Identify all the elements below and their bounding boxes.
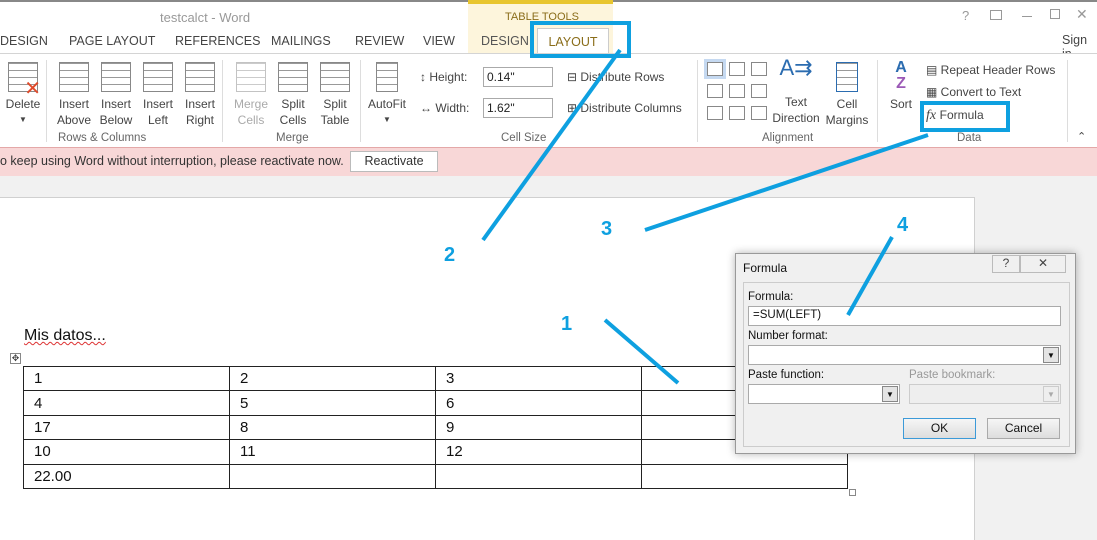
annotation-line-3 bbox=[644, 133, 929, 232]
annotation-label-1: 1 bbox=[561, 313, 573, 335]
annotation-box-layout bbox=[530, 21, 631, 58]
annotation-line-1 bbox=[603, 318, 680, 385]
annotation-label-4: 4 bbox=[897, 214, 909, 236]
annotation-label-3: 3 bbox=[601, 218, 613, 240]
annotation-line-2 bbox=[481, 48, 622, 242]
annotation-line-4 bbox=[846, 236, 894, 316]
annotation-box-formula bbox=[920, 101, 1010, 132]
annotation-overlay bbox=[481, 21, 1010, 385]
annotation-label-2: 2 bbox=[444, 244, 456, 266]
